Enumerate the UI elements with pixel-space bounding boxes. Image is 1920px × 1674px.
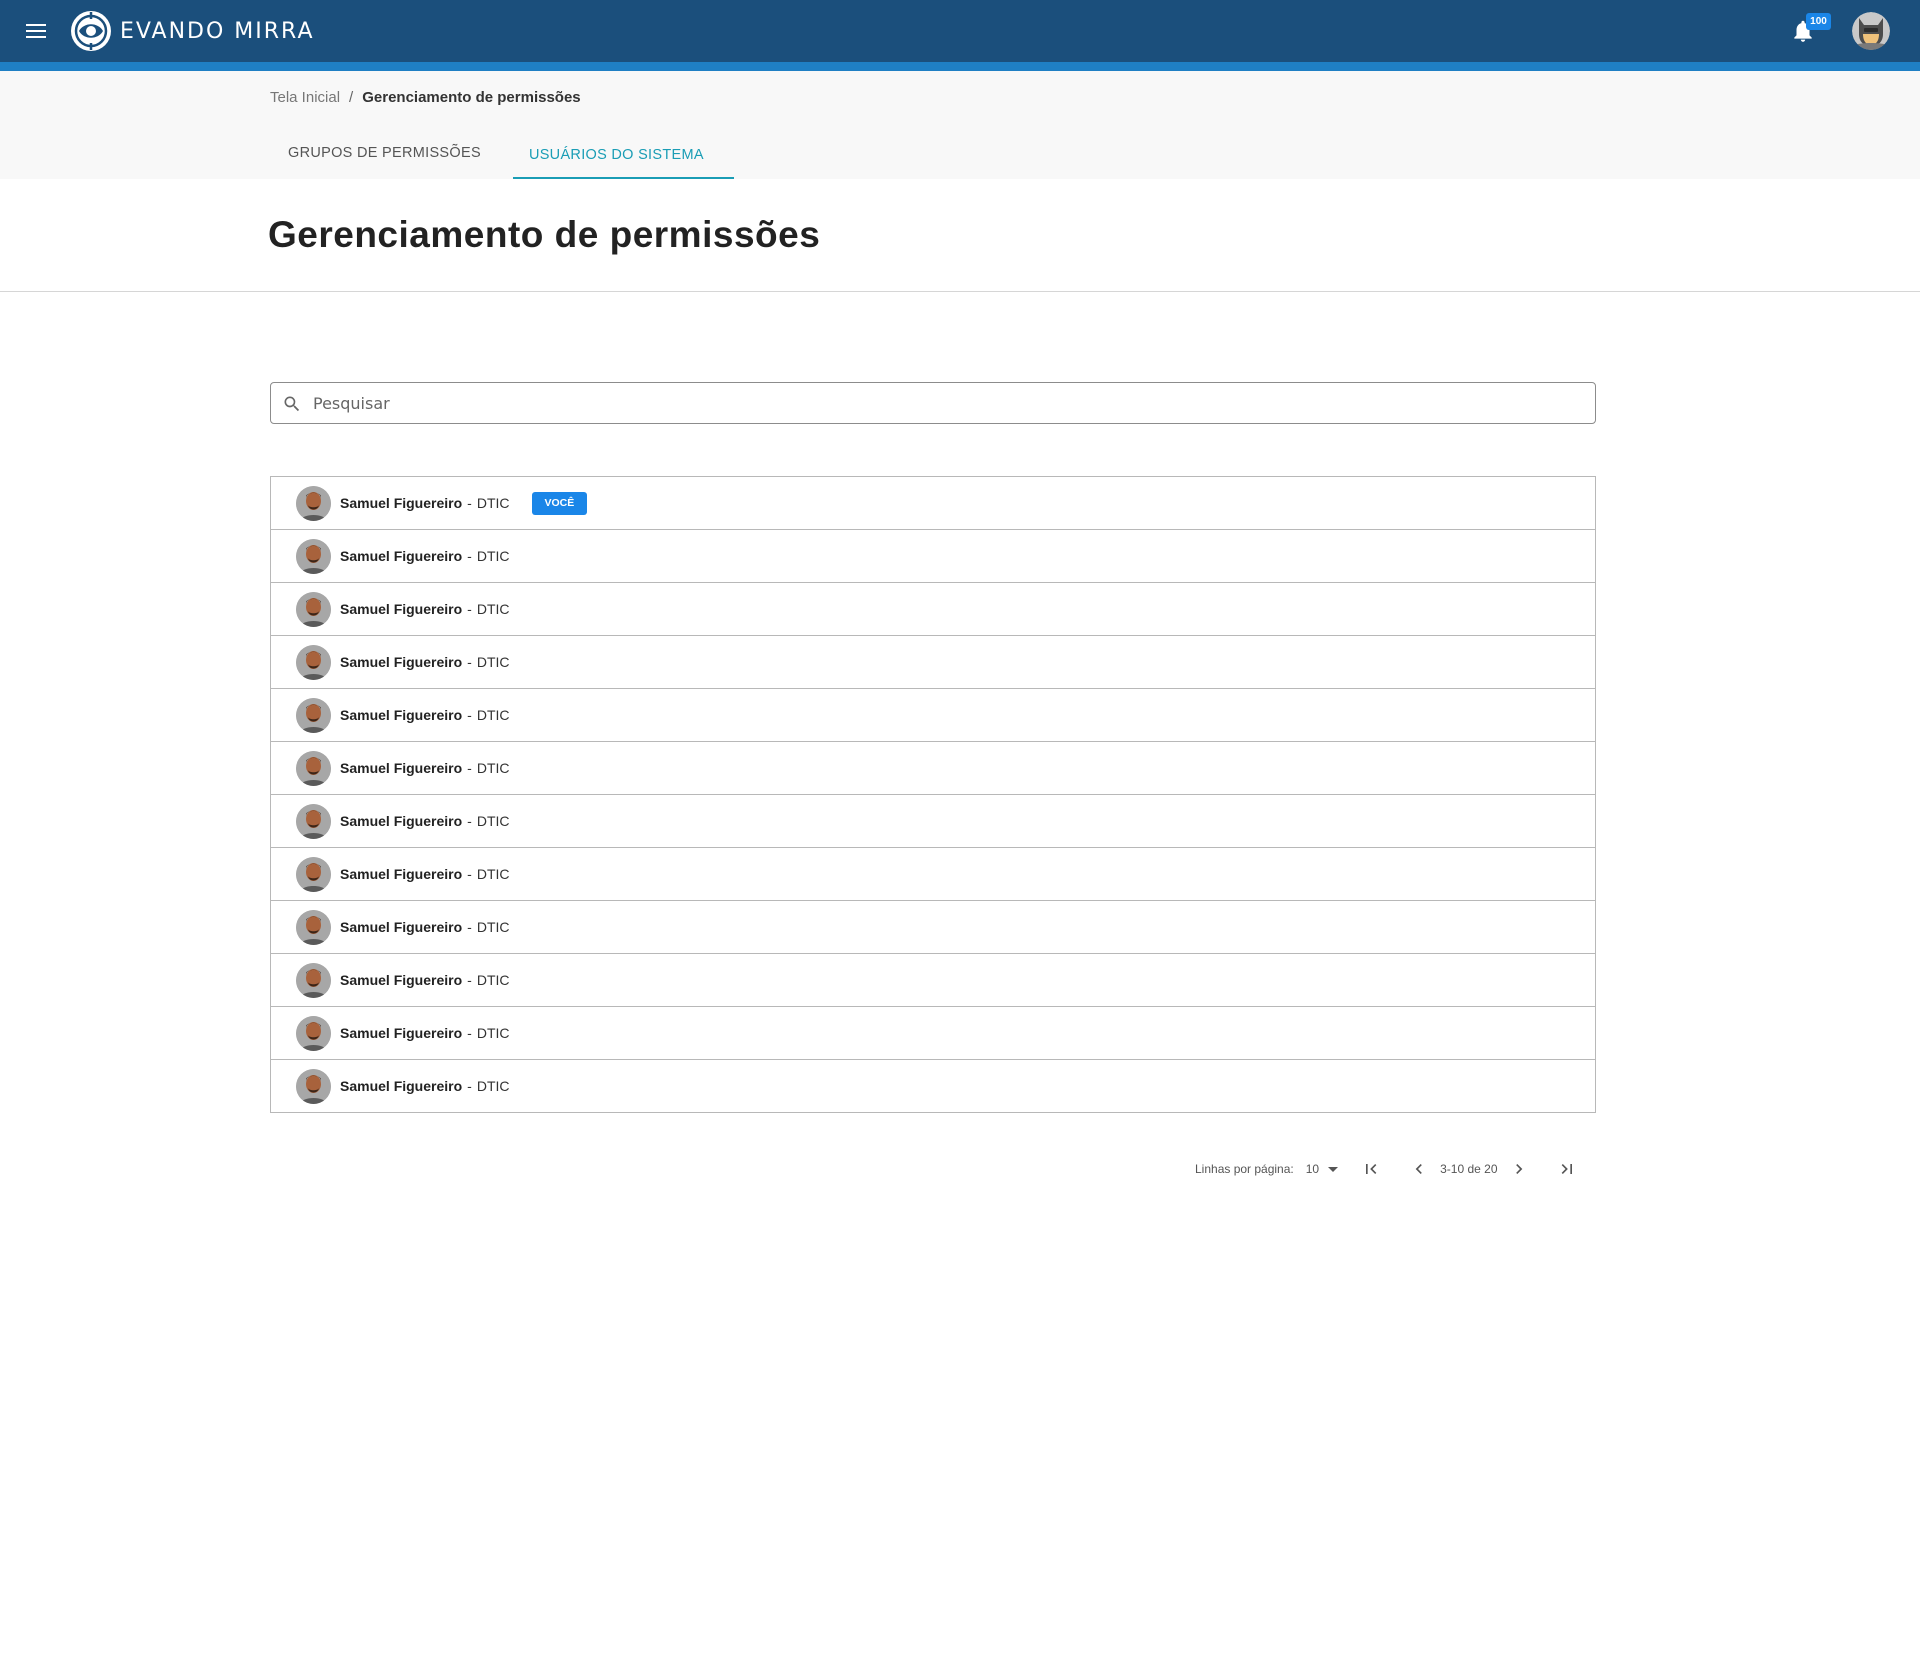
user-list: Samuel Figuereiro - DTIC VOCÊ Samuel Figuere… bbox=[270, 476, 1596, 1113]
user-separator: - bbox=[467, 1025, 472, 1041]
user-name: Samuel Figuereiro bbox=[340, 495, 463, 511]
search-field[interactable] bbox=[270, 382, 1596, 424]
user-department: DTIC bbox=[476, 1025, 510, 1041]
user-row[interactable]: Samuel Figuereiro - DTIC bbox=[271, 636, 1595, 689]
first-page-icon bbox=[1366, 1164, 1377, 1174]
logo-icon bbox=[71, 11, 111, 51]
user-avatar bbox=[296, 856, 331, 892]
app-bar-stripe bbox=[0, 62, 1920, 71]
user-avatar bbox=[296, 538, 331, 574]
next-page-button[interactable] bbox=[1508, 1158, 1530, 1180]
user-department: DTIC bbox=[476, 495, 510, 511]
user-avatar bbox=[296, 697, 331, 733]
user-row[interactable]: Samuel Figuereiro - DTIC bbox=[271, 848, 1595, 901]
user-name: Samuel Figuereiro bbox=[340, 601, 463, 617]
user-name: Samuel Figuereiro bbox=[340, 654, 463, 670]
user-row[interactable]: Samuel Figuereiro - DTIC bbox=[271, 1060, 1595, 1113]
user-department: DTIC bbox=[476, 866, 510, 882]
user-separator: - bbox=[467, 654, 472, 670]
user-name: Samuel Figuereiro bbox=[340, 866, 463, 882]
breadcrumb-home[interactable]: Tela Inicial bbox=[270, 89, 340, 106]
last-page-icon bbox=[1561, 1164, 1572, 1174]
user-separator: - bbox=[467, 1078, 472, 1094]
page-title: Gerenciamento de permissões bbox=[268, 214, 821, 255]
user-separator: - bbox=[467, 866, 472, 882]
user-row[interactable]: Samuel Figuereiro - DTIC bbox=[271, 901, 1595, 954]
user-name: Samuel Figuereiro bbox=[340, 548, 463, 564]
breadcrumb-separator: / bbox=[349, 89, 354, 106]
user-department: DTIC bbox=[476, 548, 510, 564]
user-separator: - bbox=[467, 548, 472, 564]
user-row[interactable]: Samuel Figuereiro - DTIC bbox=[271, 954, 1595, 1007]
user-avatar bbox=[296, 485, 331, 521]
last-page-button[interactable] bbox=[1556, 1158, 1578, 1180]
pagination: Linhas por página: 10 3-10 de 20 bbox=[1195, 1158, 1578, 1180]
user-separator: - bbox=[467, 919, 472, 935]
user-department: DTIC bbox=[476, 919, 510, 935]
user-avatar bbox=[296, 1068, 331, 1104]
user-department: DTIC bbox=[476, 972, 510, 988]
rows-per-page-select[interactable]: 10 bbox=[1305, 1162, 1339, 1176]
user-department: DTIC bbox=[476, 601, 510, 617]
user-name: Samuel Figuereiro bbox=[340, 760, 463, 776]
user-separator: - bbox=[467, 972, 472, 988]
user-avatar bbox=[296, 1015, 331, 1051]
user-avatar bbox=[296, 909, 331, 945]
title-divider bbox=[0, 291, 1920, 292]
avatar[interactable] bbox=[1852, 12, 1890, 50]
brand-name: EVANDO MIRRA bbox=[120, 18, 315, 44]
user-row[interactable]: Samuel Figuereiro - DTIC bbox=[271, 530, 1595, 583]
user-row[interactable]: Samuel Figuereiro - DTIC bbox=[271, 689, 1595, 742]
user-separator: - bbox=[467, 495, 472, 511]
user-avatar bbox=[296, 644, 331, 680]
user-separator: - bbox=[467, 601, 472, 617]
user-avatar-icon bbox=[1852, 12, 1890, 50]
user-separator: - bbox=[467, 760, 472, 776]
user-name: Samuel Figuereiro bbox=[340, 1025, 463, 1041]
user-department: DTIC bbox=[476, 1078, 510, 1094]
first-page-button[interactable] bbox=[1360, 1158, 1382, 1180]
user-department: DTIC bbox=[476, 760, 510, 776]
rows-per-page-label: Linhas por página: bbox=[1195, 1162, 1294, 1176]
tab-system-users[interactable]: USUÁRIOS DO SISTEMA bbox=[512, 131, 734, 179]
rows-per-page-value: 10 bbox=[1305, 1162, 1320, 1176]
user-avatar bbox=[296, 803, 331, 839]
caret-down-icon bbox=[1328, 1166, 1339, 1172]
breadcrumb-current: Gerenciamento de permissões bbox=[362, 89, 581, 106]
user-name: Samuel Figuereiro bbox=[340, 972, 463, 988]
user-department: DTIC bbox=[476, 654, 510, 670]
user-avatar bbox=[296, 591, 331, 627]
breadcrumb: Tela Inicial / Gerenciamento de permissõ… bbox=[270, 89, 581, 106]
user-name: Samuel Figuereiro bbox=[340, 1078, 463, 1094]
brand-logo[interactable]: EVANDO MIRRA bbox=[70, 10, 315, 52]
user-row[interactable]: Samuel Figuereiro - DTIC VOCÊ bbox=[271, 477, 1595, 530]
chevron-right-icon bbox=[1515, 1164, 1522, 1174]
menu-icon[interactable] bbox=[22, 17, 50, 45]
search-input[interactable] bbox=[311, 383, 1581, 423]
user-department: DTIC bbox=[476, 707, 510, 723]
user-separator: - bbox=[467, 707, 472, 723]
sub-header: Tela Inicial / Gerenciamento de permissõ… bbox=[0, 71, 1920, 179]
user-row[interactable]: Samuel Figuereiro - DTIC bbox=[271, 795, 1595, 848]
tab-bar: GRUPOS DE PERMISSÕES USUÁRIOS DO SISTEMA bbox=[270, 131, 734, 179]
user-name: Samuel Figuereiro bbox=[340, 919, 463, 935]
tab-permission-groups[interactable]: GRUPOS DE PERMISSÕES bbox=[270, 131, 499, 179]
prev-page-button[interactable] bbox=[1408, 1158, 1430, 1180]
user-row[interactable]: Samuel Figuereiro - DTIC bbox=[271, 1007, 1595, 1060]
user-row[interactable]: Samuel Figuereiro - DTIC bbox=[271, 583, 1595, 636]
search-icon bbox=[284, 396, 300, 412]
current-user-badge: VOCÊ bbox=[531, 491, 588, 515]
notification-badge: 100 bbox=[1806, 13, 1831, 30]
user-department: DTIC bbox=[476, 813, 510, 829]
chevron-left-icon bbox=[1415, 1164, 1422, 1174]
user-row[interactable]: Samuel Figuereiro - DTIC bbox=[271, 742, 1595, 795]
user-name: Samuel Figuereiro bbox=[340, 707, 463, 723]
page-range: 3-10 de 20 bbox=[1440, 1162, 1498, 1176]
user-avatar bbox=[296, 962, 331, 998]
user-separator: - bbox=[467, 813, 472, 829]
user-avatar bbox=[296, 750, 331, 786]
app-bar: EVANDO MIRRA 100 bbox=[0, 0, 1920, 62]
user-name: Samuel Figuereiro bbox=[340, 813, 463, 829]
